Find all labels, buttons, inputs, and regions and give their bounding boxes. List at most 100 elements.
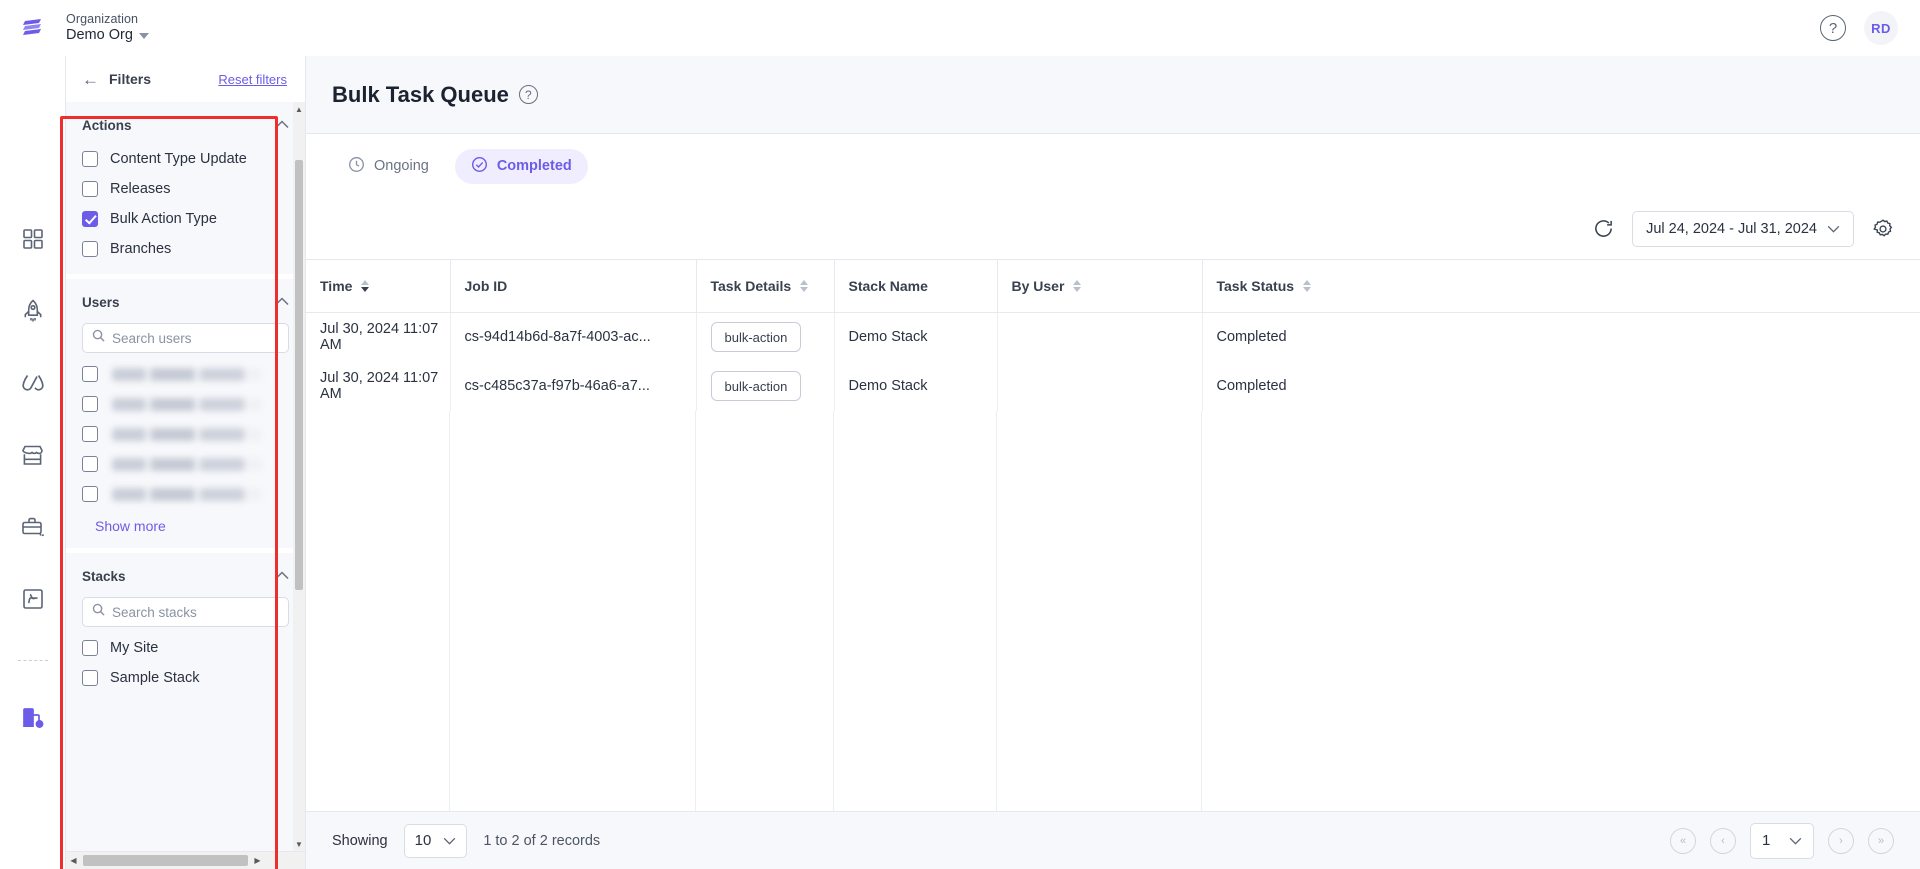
checkbox[interactable] <box>82 456 98 472</box>
chevron-up-icon <box>275 567 289 585</box>
column-header-time[interactable]: Time <box>306 260 451 313</box>
filter-option-user[interactable] <box>66 359 305 389</box>
filter-option-releases[interactable]: Releases <box>66 174 305 204</box>
filter-option-user[interactable] <box>66 419 305 449</box>
table-body: Jul 30, 2024 11:07 AM cs-94d14b6d-8a7f-4… <box>306 312 1920 411</box>
search-users-field[interactable] <box>82 323 289 353</box>
org-switcher[interactable]: Organization Demo Org <box>66 12 149 44</box>
gear-icon[interactable] <box>1872 218 1894 240</box>
launch-rocket-icon[interactable] <box>16 294 50 328</box>
checkbox[interactable] <box>82 486 98 502</box>
scroll-down-arrow-icon[interactable]: ▼ <box>293 837 305 851</box>
column-label: Task Details <box>710 278 792 294</box>
filters-vertical-scrollbar[interactable]: ▲ ▼ <box>293 102 305 851</box>
scrollbar-thumb-horizontal[interactable] <box>83 855 248 866</box>
double-chevron-left-icon[interactable]: « <box>1670 827 1696 854</box>
organization-settings-icon[interactable] <box>16 701 50 735</box>
filter-group-users-header[interactable]: Users <box>66 279 305 321</box>
help-circle-icon[interactable]: ? <box>518 85 538 104</box>
table-header: Time Job ID Task Details Stack Name By U… <box>306 260 1920 313</box>
filter-option-branches[interactable]: Branches <box>66 234 305 264</box>
column-header-task-status[interactable]: Task Status <box>1202 260 1920 313</box>
sort-toggle-icon[interactable] <box>1073 280 1082 292</box>
column-header-by-user[interactable]: By User <box>997 260 1203 313</box>
chevron-right-icon[interactable]: › <box>1828 827 1854 854</box>
cell-task-details: bulk-action <box>696 361 835 411</box>
refresh-icon[interactable] <box>1593 218 1614 239</box>
sort-toggle-icon[interactable] <box>361 280 370 292</box>
integrations-puzzle-icon[interactable] <box>16 582 50 616</box>
redacted-user-email <box>112 427 262 441</box>
body-area: ← Filters Reset filters Actions Content <box>0 56 1920 869</box>
tab-completed[interactable]: Completed <box>454 148 588 184</box>
checkbox[interactable] <box>82 366 98 382</box>
checkbox[interactable] <box>82 396 98 412</box>
clock-icon <box>348 156 365 177</box>
task-details-chip[interactable]: bulk-action <box>710 322 802 353</box>
chevron-left-icon[interactable]: ‹ <box>1710 827 1736 854</box>
double-chevron-right-icon[interactable]: » <box>1868 827 1894 854</box>
column-label: By User <box>1011 278 1065 294</box>
toolbox-icon[interactable] <box>16 510 50 544</box>
filter-option-user[interactable] <box>66 479 305 509</box>
cell-stack-name: Demo Stack <box>834 361 998 411</box>
tab-ongoing[interactable]: Ongoing <box>332 149 445 184</box>
checkbox-checked[interactable] <box>82 211 98 227</box>
checkbox[interactable] <box>82 640 98 656</box>
reset-filters-button[interactable]: Reset filters <box>218 72 287 87</box>
back-arrow-icon[interactable]: ← <box>82 71 99 88</box>
filter-option-content-type-update[interactable]: Content Type Update <box>66 144 305 174</box>
cell-by-user <box>997 361 1203 411</box>
cell-job-id: cs-c485c37a-f97b-46a6-a7... <box>450 361 697 411</box>
contentstack-logo-icon[interactable] <box>0 15 66 41</box>
table-row[interactable]: Jul 30, 2024 11:07 AM cs-94d14b6d-8a7f-4… <box>306 312 1920 362</box>
checkbox[interactable] <box>82 151 98 167</box>
column-header-task-details[interactable]: Task Details <box>696 260 835 313</box>
scroll-up-arrow-icon[interactable]: ▲ <box>293 102 305 116</box>
avatar[interactable]: RD <box>1864 11 1898 45</box>
filter-group-title: Actions <box>82 117 132 133</box>
filter-option-sample-stack[interactable]: Sample Stack <box>66 663 305 693</box>
pagination-controls: « ‹ 1 › » <box>1670 822 1894 859</box>
marketplace-icon[interactable] <box>16 438 50 472</box>
status-tabs: Ongoing Completed <box>306 134 1920 198</box>
table-row[interactable]: Jul 30, 2024 11:07 AM cs-c485c37a-f97b-4… <box>306 361 1920 411</box>
date-range-picker[interactable]: Jul 24, 2024 - Jul 31, 2024 <box>1632 210 1854 247</box>
search-users-input[interactable] <box>112 330 279 346</box>
filter-option-label: My Site <box>110 640 159 656</box>
dashboard-icon[interactable] <box>16 222 50 256</box>
automate-icon[interactable] <box>16 366 50 400</box>
chevron-down-icon <box>138 33 149 40</box>
column-header-stack-name[interactable]: Stack Name <box>834 260 998 313</box>
checkbox[interactable] <box>82 241 98 257</box>
filter-group-actions-header[interactable]: Actions <box>66 102 305 144</box>
sort-toggle-icon[interactable] <box>1303 280 1312 292</box>
filter-option-bulk-action-type[interactable]: Bulk Action Type <box>66 204 305 234</box>
filters-horizontal-scrollbar[interactable]: ◀ ▶ <box>66 851 305 869</box>
scroll-right-arrow-icon[interactable]: ▶ <box>250 856 265 865</box>
page-number-select[interactable]: 1 <box>1750 822 1814 859</box>
cell-time: Jul 30, 2024 11:07 AM <box>306 361 451 411</box>
task-details-chip[interactable]: bulk-action <box>710 371 802 401</box>
checkbox[interactable] <box>82 426 98 442</box>
table-toolbar: Jul 24, 2024 - Jul 31, 2024 <box>306 198 1920 260</box>
page-size-select[interactable]: 10 <box>403 823 468 858</box>
filter-group-stacks-header[interactable]: Stacks <box>66 553 305 595</box>
show-more-users-button[interactable]: Show more <box>66 509 305 538</box>
checkbox[interactable] <box>82 670 98 686</box>
help-circle-icon[interactable]: ? <box>1820 15 1846 41</box>
sort-toggle-icon[interactable] <box>800 280 809 292</box>
checkbox[interactable] <box>82 181 98 197</box>
filter-option-user[interactable] <box>66 389 305 419</box>
search-stacks-input[interactable] <box>112 604 279 620</box>
filter-option-user[interactable] <box>66 449 305 479</box>
filter-option-label: Branches <box>110 241 172 257</box>
scrollbar-thumb[interactable] <box>295 160 303 590</box>
column-header-job-id[interactable]: Job ID <box>450 260 697 313</box>
redacted-user-email <box>112 487 262 501</box>
scroll-left-arrow-icon[interactable]: ◀ <box>66 856 81 865</box>
search-stacks-field[interactable] <box>82 597 289 627</box>
table-empty-grid <box>306 410 1920 811</box>
filter-option-my-site[interactable]: My Site <box>66 633 305 663</box>
top-bar-actions: ? RD <box>1820 11 1920 45</box>
